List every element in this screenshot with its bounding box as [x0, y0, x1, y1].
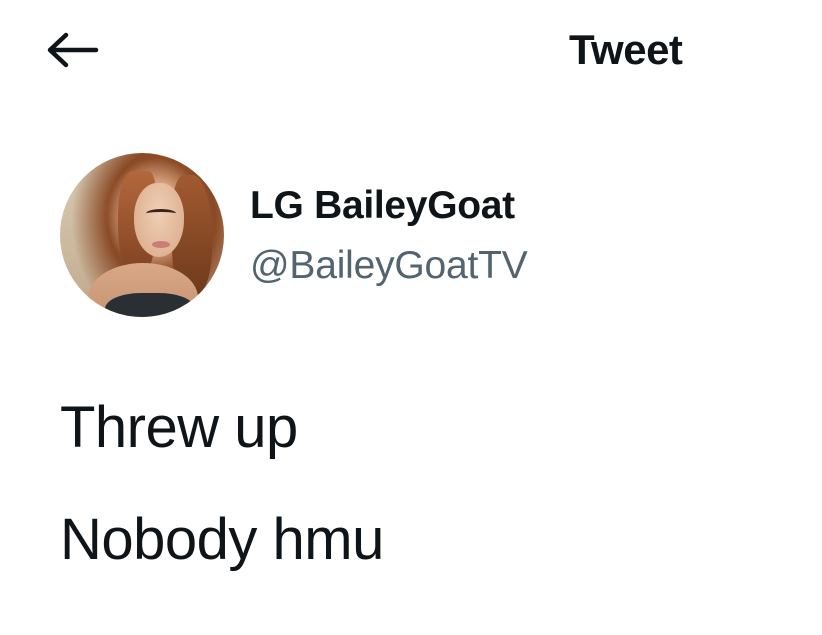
tweet-text-line: Threw up [60, 395, 298, 460]
back-button[interactable] [44, 28, 100, 72]
page-title: Tweet [569, 26, 683, 73]
tweet-text-line: Nobody hmu [60, 507, 384, 572]
avatar-lips [152, 241, 170, 248]
author-handle[interactable]: @BaileyGoatTV [250, 242, 528, 290]
avatar-brow [146, 209, 176, 218]
author-display-name[interactable]: LG BaileyGoat [250, 182, 515, 230]
arrow-left-icon [47, 32, 99, 68]
avatar-clothing [105, 293, 195, 317]
avatar[interactable] [60, 153, 224, 317]
